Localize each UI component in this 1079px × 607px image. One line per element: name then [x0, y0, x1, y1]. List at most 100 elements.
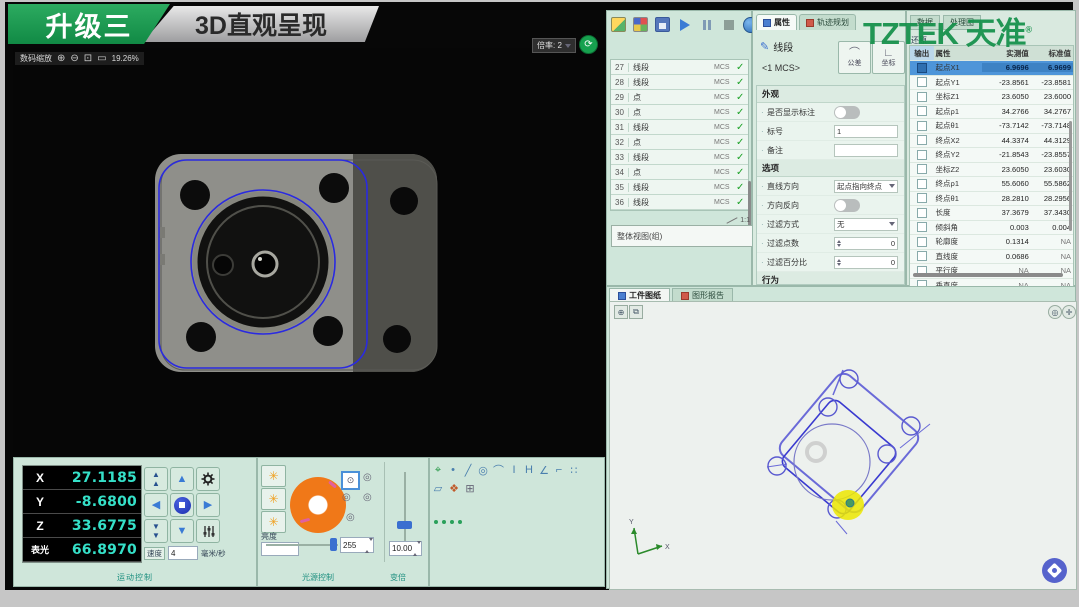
new-program-icon[interactable] [611, 17, 626, 32]
coaxial-light-button[interactable]: ✳ [261, 511, 286, 533]
pause-button[interactable] [699, 17, 714, 32]
sequence-row[interactable]: 30点MCS✓ [611, 105, 748, 120]
output-checkbox[interactable] [917, 150, 927, 160]
jog-y-down-button[interactable]: ▼ [170, 519, 194, 543]
cloud-tool-icon[interactable]: ∷ [569, 464, 579, 477]
magnification-select[interactable]: 倍率: 2 [532, 38, 576, 53]
zoom-in-icon[interactable]: ⊕ [57, 54, 65, 64]
result-row[interactable]: 终点θ128.281028.2956 [910, 192, 1073, 207]
sequence-row[interactable]: 32点MCS✓ [611, 135, 748, 150]
output-checkbox[interactable] [917, 179, 927, 189]
sequence-row[interactable]: 29点MCS✓ [611, 90, 748, 105]
output-checkbox[interactable] [917, 135, 927, 145]
brightness-slider-track[interactable] [266, 544, 338, 546]
jog-y-up-button[interactable]: ▲ [170, 467, 194, 491]
ring-light-diagram[interactable] [290, 477, 346, 533]
calculator-tool-icon[interactable]: ⊞ [465, 482, 475, 495]
output-checkbox[interactable] [917, 164, 927, 174]
result-row[interactable]: 坐标Z223.605023.6030 [910, 163, 1073, 178]
view-target-icon[interactable]: ◎ [1048, 305, 1062, 319]
results-vscrollbar[interactable] [1069, 121, 1072, 231]
output-checkbox[interactable] [917, 251, 927, 261]
zoom-slider-track[interactable] [404, 472, 406, 544]
output-checkbox[interactable] [917, 92, 927, 102]
output-checkbox[interactable] [917, 193, 927, 203]
line-direction-select[interactable]: 起点指向终点 [834, 180, 898, 193]
tab-graphic-report[interactable]: 图形报告 [672, 288, 733, 302]
light-mode-off-icon[interactable]: ◎ [346, 512, 355, 523]
jog-stop-button[interactable] [170, 493, 194, 517]
output-checkbox[interactable] [917, 121, 927, 131]
light-mode-multi-icon[interactable]: ◎ [363, 492, 372, 503]
tab-properties[interactable]: 属性 [756, 14, 797, 30]
result-row[interactable]: 终点ρ155.606055.5862 [910, 177, 1073, 192]
output-checkbox[interactable] [917, 237, 927, 247]
sequence-row[interactable]: 28线段MCS✓ [611, 75, 748, 90]
drawing-canvas[interactable]: Y X ⊕ ⧉ ◎ ✛ [609, 301, 1077, 590]
remark-input[interactable] [834, 144, 898, 157]
fit-view-icon[interactable]: ⊡ [84, 54, 92, 64]
surface-light-button[interactable]: ✳ [261, 465, 286, 487]
refresh-button[interactable]: ⟳ [579, 35, 598, 54]
sequence-row[interactable]: 31线段MCS✓ [611, 120, 748, 135]
point-tool-icon[interactable]: • [448, 464, 458, 476]
region-zoom-icon[interactable]: ▭ [97, 54, 106, 64]
result-row[interactable]: 直线度0.0686NA [910, 250, 1073, 265]
camera-view[interactable]: 数码缩放 ⊕ ⊖ ⊡ ▭ 19.26% 倍率: 2 ⟳ [13, 48, 605, 457]
results-hscrollbar[interactable] [913, 273, 1063, 277]
light-mode-flat-icon[interactable]: ⊙ [341, 471, 360, 490]
light-mode-quad-icon[interactable]: ◎ [342, 492, 351, 503]
group-item[interactable]: 整体视图(组) 1:1 [611, 225, 753, 247]
view-zoom-icon[interactable]: ⊕ [614, 305, 628, 319]
circle-tool-icon[interactable]: ◎ [478, 464, 488, 477]
csys-tool-icon[interactable]: ⌖ [433, 464, 443, 477]
arc-tool-icon[interactable]: ⌒ [493, 462, 504, 478]
output-checkbox[interactable] [917, 63, 927, 73]
zoom-out-icon[interactable]: ⊖ [70, 54, 78, 64]
axis-settings-icon[interactable] [196, 519, 220, 543]
angle-tool-icon[interactable]: ∠ [539, 464, 549, 477]
sequence-row[interactable]: 27线段MCS✓ [611, 60, 748, 75]
view-layers-icon[interactable]: ⧉ [629, 305, 643, 319]
output-checkbox[interactable] [917, 77, 927, 87]
filter-points-spinner[interactable]: 0 [834, 237, 898, 250]
brightness-value-spinner[interactable]: 255 [340, 537, 374, 553]
corner-tool-icon[interactable]: ⌐ [554, 464, 564, 476]
brightness-slider-handle[interactable] [330, 538, 337, 551]
plane-tool-icon[interactable]: ▱ [433, 482, 443, 495]
output-checkbox[interactable] [917, 106, 927, 116]
sequence-row[interactable]: 35线段MCS✓ [611, 180, 748, 195]
zoom-slider-handle[interactable] [397, 521, 412, 529]
jog-z-down-button[interactable]: ▼▼ [144, 519, 168, 543]
distance-tool-icon[interactable]: I [509, 464, 519, 476]
result-row[interactable]: 终点Y2-21.8543-23.8557 [910, 148, 1073, 163]
palette-icon[interactable] [633, 17, 648, 32]
jog-z-up-button[interactable]: ▲▲ [144, 467, 168, 491]
run-button[interactable] [677, 17, 692, 32]
group-tool-icon[interactable]: ❖ [449, 482, 459, 495]
speed-input[interactable]: 4 [168, 546, 198, 560]
result-row[interactable]: 终点X244.337444.3129 [910, 134, 1073, 149]
zoom-value-spinner[interactable]: 10.00 [389, 541, 422, 556]
view-crosshair-icon[interactable]: ✛ [1062, 305, 1076, 319]
settings-gear-icon[interactable] [196, 467, 220, 491]
jog-x-right-button[interactable]: ▶ [196, 493, 220, 517]
sequence-row[interactable]: 36线段MCS✓ [611, 195, 748, 210]
filter-percent-spinner[interactable]: 0 [834, 256, 898, 269]
output-checkbox[interactable] [917, 222, 927, 232]
tab-trajectory[interactable]: 轨迹规划 [799, 14, 856, 30]
save-icon[interactable] [655, 17, 670, 32]
show-annotation-toggle[interactable] [834, 106, 860, 119]
result-row[interactable]: 起点θ1-73.7142-73.7148 [910, 119, 1073, 134]
result-row[interactable]: 倾斜角0.0030.004 [910, 221, 1073, 236]
sequence-row[interactable]: 33线段MCS✓ [611, 150, 748, 165]
line-tool-icon[interactable]: ╱ [463, 464, 473, 477]
result-row[interactable]: 轮廓度0.1314NA [910, 235, 1073, 250]
result-row[interactable]: 长度37.367937.3430 [910, 206, 1073, 221]
result-row[interactable]: 坐标Z123.605023.6000 [910, 90, 1073, 105]
contour-light-button[interactable]: ✳ [261, 488, 286, 510]
filter-mode-select[interactable]: 无 [834, 218, 898, 231]
result-row[interactable]: 起点X16.96966.9699 [910, 61, 1073, 76]
result-row[interactable]: 起点Y1-23.8561-23.8581 [910, 76, 1073, 91]
reverse-direction-toggle[interactable] [834, 199, 860, 212]
